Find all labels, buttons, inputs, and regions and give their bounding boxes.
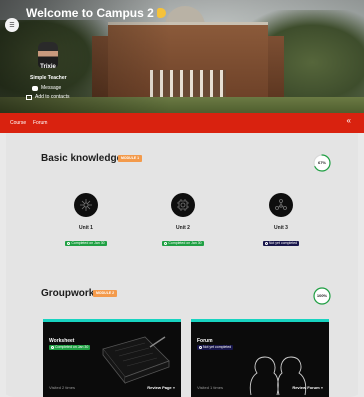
module-badge: MODULE 2 bbox=[93, 290, 118, 297]
visit-count: Visited 1 times bbox=[197, 385, 223, 390]
tab-course[interactable]: Course bbox=[10, 120, 26, 126]
worksheet-card[interactable]: Worksheet Completed on Jan 30 Visited 2 … bbox=[43, 319, 181, 397]
gear-chip-icon bbox=[171, 193, 195, 217]
card-title: Worksheet bbox=[49, 338, 75, 344]
card-title: Forum bbox=[197, 338, 213, 344]
status-text: Not yet completed bbox=[268, 241, 298, 245]
notebook-pen-icon bbox=[102, 336, 170, 385]
check-icon bbox=[67, 241, 71, 245]
status-text: Not yet completed bbox=[203, 345, 232, 349]
menu-icon: ☰ bbox=[9, 22, 15, 29]
waving-hand-icon bbox=[156, 8, 166, 18]
unit-card-2[interactable]: Unit 2 Completed on Jan 30 bbox=[148, 193, 218, 249]
status-badge: Completed on Jan 30 bbox=[49, 345, 91, 350]
check-icon bbox=[51, 345, 54, 349]
unit-card-1[interactable]: Unit 1 Completed on Jan 30 bbox=[51, 193, 121, 249]
tab-forum[interactable]: Forum bbox=[33, 120, 47, 126]
status-text: Completed on Jan 30 bbox=[168, 241, 202, 245]
progress-text: 67% bbox=[317, 160, 326, 165]
add-contact-link[interactable]: Add to contacts bbox=[26, 94, 69, 100]
message-link[interactable]: Message bbox=[32, 85, 61, 91]
pending-icon bbox=[199, 345, 202, 349]
network-icon bbox=[74, 193, 98, 217]
progress-ring-module-2: 100% bbox=[312, 286, 332, 306]
visit-count: Visited 2 times bbox=[49, 385, 75, 390]
contact-card-icon bbox=[26, 94, 32, 100]
profile-name: Trixie bbox=[40, 64, 56, 70]
review-forum-link[interactable]: Review Forum » bbox=[292, 385, 323, 390]
check-icon bbox=[164, 241, 168, 245]
unit-label: Unit 2 bbox=[176, 225, 190, 231]
status-badge: Completed on Jan 30 bbox=[162, 241, 204, 246]
progress-text: 100% bbox=[316, 293, 328, 298]
message-label: Message bbox=[41, 85, 62, 91]
molecule-icon bbox=[269, 193, 293, 217]
tab-bar: Course Forum « bbox=[0, 113, 364, 133]
review-page-link[interactable]: Review Page » bbox=[147, 385, 175, 390]
status-text: Completed on Jan 30 bbox=[71, 241, 105, 245]
progress-ring-module-1: 67% bbox=[312, 153, 332, 173]
app-frame: ☰ Welcome to Campus 2 Trixie Simple Teac… bbox=[0, 0, 364, 397]
status-text: Completed on Jan 30 bbox=[55, 345, 89, 349]
unit-label: Unit 3 bbox=[274, 225, 288, 231]
menu-button[interactable]: ☰ bbox=[5, 18, 19, 32]
course-content: Basic knowledge MODULE 1 67% Unit 1 Comp… bbox=[6, 133, 358, 397]
add-contact-label: Add to contacts bbox=[35, 94, 70, 100]
card-accent-bar bbox=[191, 319, 329, 322]
collapse-chevron-icon[interactable]: « bbox=[347, 117, 351, 125]
chat-bubble-icon bbox=[32, 85, 38, 91]
status-badge: Not yet completed bbox=[197, 345, 234, 350]
page-title-text: Welcome to Campus 2 bbox=[26, 6, 154, 20]
card-accent-bar bbox=[43, 319, 181, 322]
section-title-groupwork: Groupwork bbox=[41, 288, 95, 299]
section-title-basic-knowledge: Basic knowledge bbox=[41, 153, 123, 164]
hero-banner: ☰ Welcome to Campus 2 Trixie Simple Teac… bbox=[0, 0, 364, 113]
pending-icon bbox=[264, 241, 268, 245]
module-badge: MODULE 1 bbox=[118, 155, 143, 162]
status-badge: Completed on Jan 30 bbox=[65, 241, 107, 246]
page-title: Welcome to Campus 2 bbox=[26, 6, 166, 20]
unit-label: Unit 1 bbox=[79, 225, 93, 231]
forum-card[interactable]: Forum Not yet completed Visited 1 times … bbox=[191, 319, 329, 397]
profile-role: Simple Teacher bbox=[30, 75, 67, 81]
unit-card-3[interactable]: Unit 3 Not yet completed bbox=[246, 193, 316, 249]
status-badge: Not yet completed bbox=[262, 241, 300, 246]
